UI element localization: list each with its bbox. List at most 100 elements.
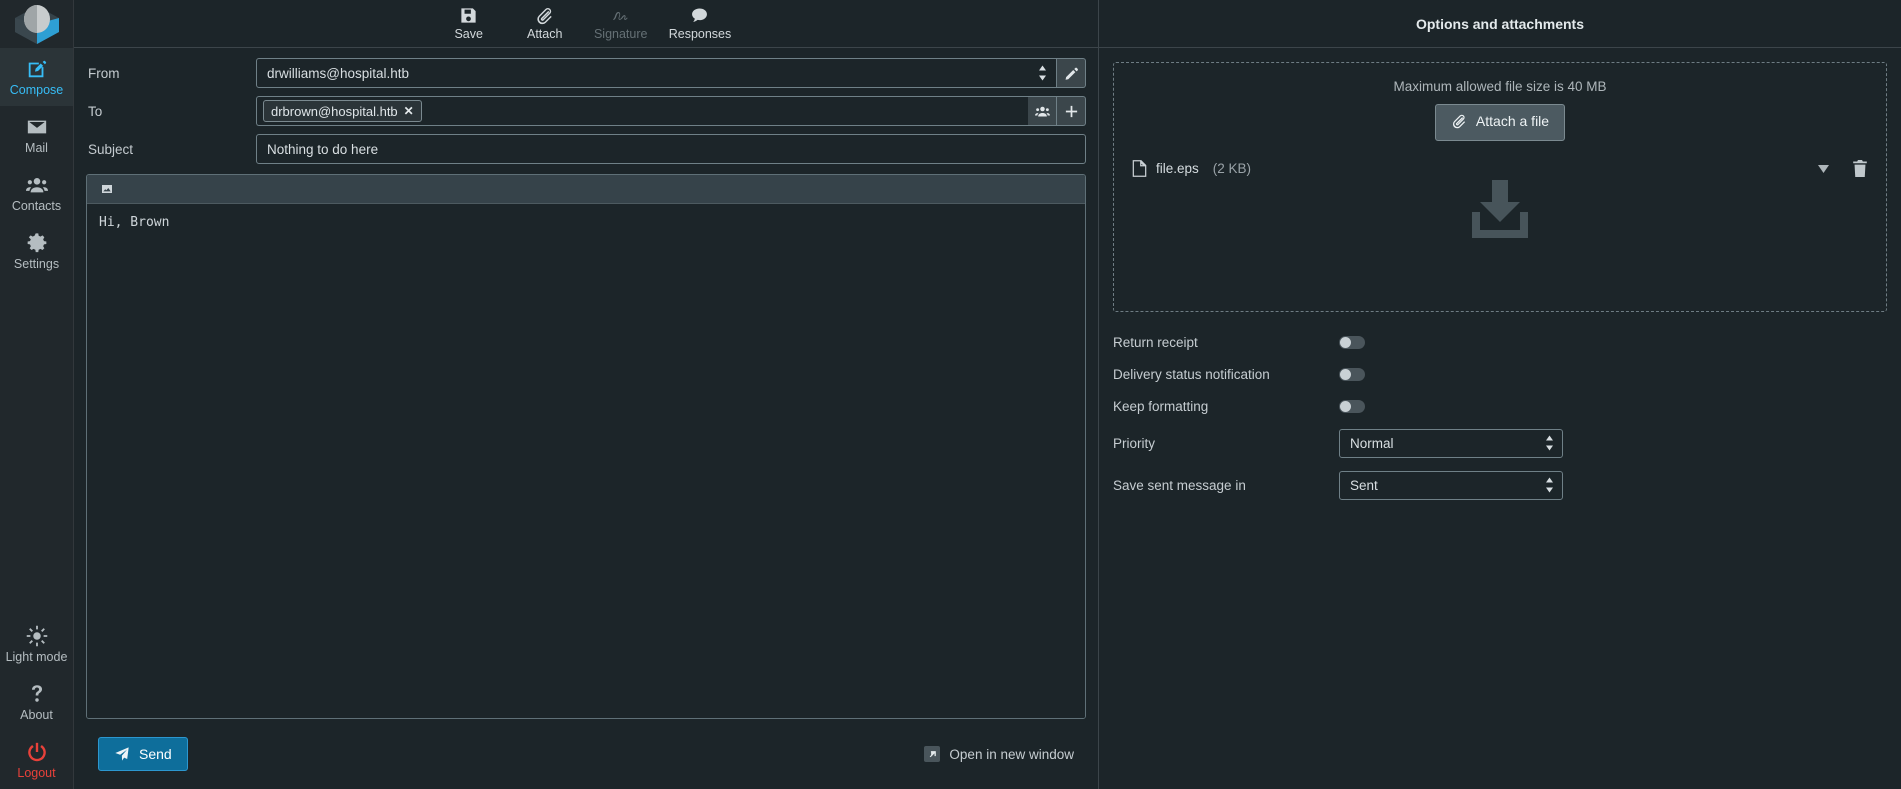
speech-bubble-icon	[692, 8, 708, 22]
toggle-knob	[1340, 400, 1351, 412]
option-delivery-status-notification: Delivery status notification	[1113, 358, 1887, 390]
subject-input[interactable]	[256, 134, 1086, 164]
contacts-icon	[25, 174, 48, 196]
signature-label: Signature	[593, 27, 648, 41]
attach-label: Attach	[527, 27, 563, 41]
app-root: Compose Mail Contacts Settings Light mod…	[0, 0, 1901, 789]
recipient-chip[interactable]: drbrown@hospital.htb ✕	[263, 100, 422, 122]
sidebar-item-about[interactable]: About	[0, 673, 73, 731]
from-label: From	[88, 65, 120, 81]
plus-icon	[1065, 105, 1077, 117]
option-label: Priority	[1113, 435, 1156, 451]
option-save-sent-message-in: Save sent message in Sent	[1113, 464, 1887, 506]
attachment-dropzone[interactable]: Maximum allowed file size is 40 MB Attac…	[1113, 62, 1887, 312]
option-label: Delivery status notification	[1113, 366, 1270, 382]
sidebar-item-label: Compose	[9, 83, 64, 97]
attach-a-file-button[interactable]: Attach a file	[1434, 104, 1566, 141]
recipient-address: drbrown@hospital.htb	[271, 103, 398, 119]
delivery-status-notification-toggle[interactable]	[1339, 367, 1365, 381]
sun-icon	[26, 625, 48, 647]
to-add-button[interactable]	[1057, 96, 1086, 126]
priority-select[interactable]: Normal	[1339, 428, 1563, 458]
dropzone-illustration	[1114, 178, 1886, 242]
options-panel: Options and attachments Maximum allowed …	[1099, 0, 1901, 789]
open-in-new-window-button[interactable]: Open in new window	[924, 746, 1074, 762]
attachment-size: (2 KB)	[1212, 161, 1252, 176]
sidebar-item-mail[interactable]: Mail	[0, 106, 73, 164]
sidebar-item-label: Logout	[17, 766, 56, 780]
trash-icon	[1853, 160, 1867, 177]
compose-form: From To	[74, 48, 1098, 789]
toggle-knob	[1340, 368, 1351, 380]
sidebar: Compose Mail Contacts Settings Light mod…	[0, 0, 74, 789]
attach-a-file-label: Attach a file	[1475, 113, 1550, 129]
attachment-delete-button[interactable]	[1838, 160, 1868, 177]
option-label: Keep formatting	[1113, 398, 1209, 414]
message-editor: Hi, Brown	[86, 174, 1086, 719]
sidebar-item-compose[interactable]: Compose	[0, 48, 73, 106]
attachment-menu-button[interactable]	[1818, 164, 1829, 173]
sidebar-item-settings[interactable]: Settings	[0, 222, 73, 280]
gear-icon	[26, 232, 48, 254]
compose-toolbar: Save Attach Signature Responses	[74, 0, 1098, 48]
sidebar-item-label: Light mode	[5, 650, 68, 664]
roundcube-logo-icon	[14, 5, 59, 44]
message-body[interactable]: Hi, Brown	[87, 204, 1085, 718]
option-return-receipt: Return receipt	[1113, 326, 1887, 358]
paper-plane-icon	[115, 747, 129, 761]
send-button[interactable]: Send	[98, 737, 188, 771]
envelope-icon	[26, 116, 48, 138]
attachments-section: Maximum allowed file size is 40 MB Attac…	[1099, 48, 1901, 312]
return-receipt-toggle[interactable]	[1339, 335, 1365, 349]
insert-image-button[interactable]	[95, 178, 119, 200]
paperclip-icon	[537, 8, 552, 25]
pencil-icon	[1065, 67, 1078, 80]
subject-row: Subject	[86, 134, 1086, 164]
question-icon	[26, 683, 48, 705]
sidebar-item-label: Mail	[25, 141, 48, 155]
responses-label: Responses	[668, 27, 732, 41]
option-priority: Priority Normal	[1113, 422, 1887, 464]
remove-recipient-icon[interactable]: ✕	[404, 105, 414, 117]
save-sent-folder-select[interactable]: Sent	[1339, 470, 1563, 500]
to-row: To drbrown@hospital.htb ✕	[86, 96, 1086, 126]
to-input[interactable]: drbrown@hospital.htb ✕	[256, 96, 1028, 126]
responses-button[interactable]: Responses	[661, 1, 740, 47]
sidebar-item-label: Settings	[13, 257, 60, 271]
paperclip-icon	[1452, 114, 1465, 129]
signature-button: Signature	[585, 1, 657, 47]
attachment-row[interactable]: file.eps (2 KB)	[1130, 157, 1870, 180]
save-label: Save	[454, 27, 483, 41]
app-logo	[0, 0, 73, 48]
subject-label: Subject	[88, 141, 134, 157]
from-select-wrap	[256, 58, 1057, 88]
open-in-new-window-label: Open in new window	[949, 746, 1074, 762]
power-icon	[26, 741, 48, 763]
option-keep-formatting: Keep formatting	[1113, 390, 1887, 422]
keep-formatting-toggle[interactable]	[1339, 399, 1365, 413]
to-contacts-button[interactable]	[1028, 96, 1057, 126]
sidebar-item-light-mode[interactable]: Light mode	[0, 615, 73, 673]
floppy-disk-icon	[461, 8, 476, 23]
download-tray-icon	[1472, 180, 1528, 238]
sidebar-item-contacts[interactable]: Contacts	[0, 164, 73, 222]
to-label: To	[88, 103, 103, 119]
contacts-icon	[1034, 106, 1050, 116]
save-button[interactable]: Save	[433, 1, 505, 47]
sidebar-nav: Compose Mail Contacts Settings	[0, 48, 73, 280]
chevron-down-icon	[1818, 164, 1829, 173]
from-edit-button[interactable]	[1057, 58, 1086, 88]
option-label: Save sent message in	[1113, 477, 1246, 493]
message-options-list: Return receipt Delivery status notificat…	[1099, 312, 1901, 506]
max-file-size-text: Maximum allowed file size is 40 MB	[1393, 79, 1607, 94]
sidebar-item-logout[interactable]: Logout	[0, 731, 73, 789]
signature-icon	[613, 12, 628, 20]
compose-footer: Send Open in new window	[86, 719, 1086, 789]
editor-toolbar	[87, 175, 1085, 204]
options-panel-title: Options and attachments	[1099, 0, 1901, 48]
sidebar-item-label: About	[20, 708, 53, 722]
attachment-list: file.eps (2 KB)	[1130, 157, 1870, 180]
attach-button[interactable]: Attach	[509, 1, 581, 47]
from-select[interactable]	[256, 58, 1057, 88]
